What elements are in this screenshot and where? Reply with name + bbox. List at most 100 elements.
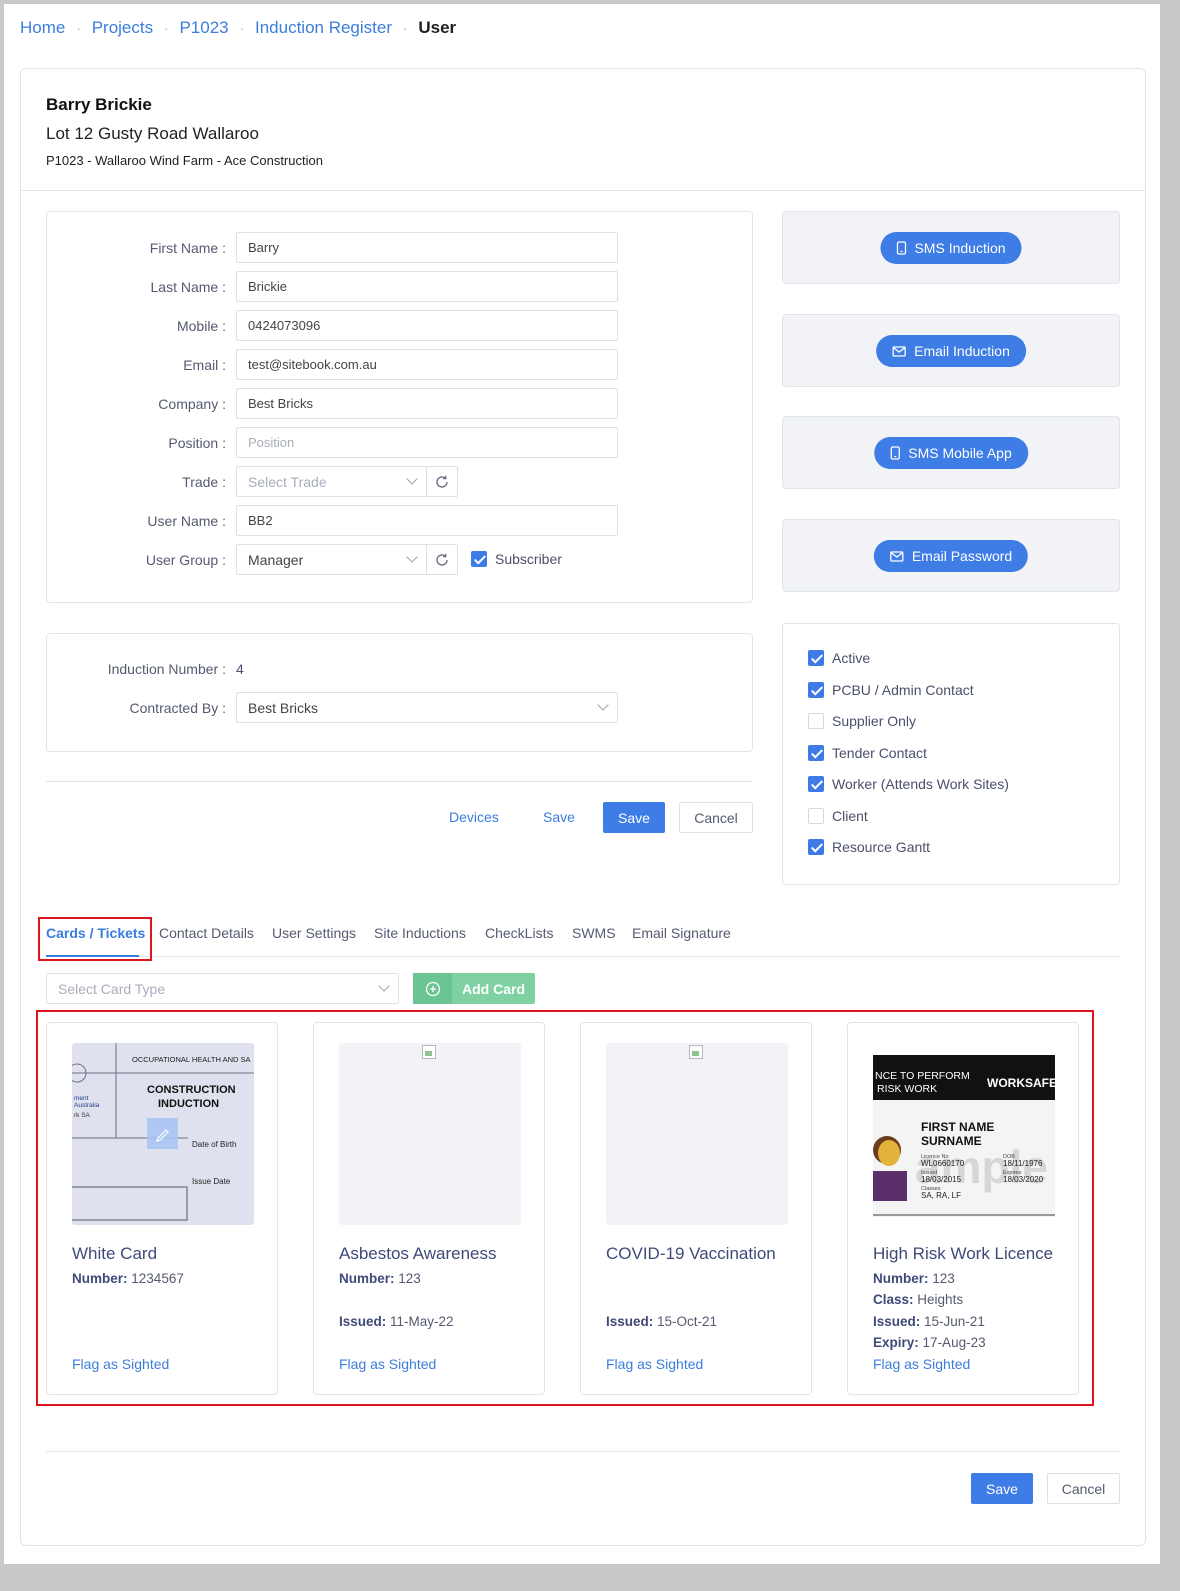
tab-contact-details[interactable]: Contact Details xyxy=(159,925,254,941)
ticket-image-placeholder xyxy=(606,1043,788,1225)
tab-email-signature[interactable]: Email Signature xyxy=(632,925,731,941)
refresh-icon xyxy=(436,475,448,488)
card-type-select[interactable]: Select Card Type xyxy=(46,973,399,1004)
flag-active[interactable]: Active xyxy=(808,650,870,666)
email-password-button[interactable]: Email Password xyxy=(873,540,1029,572)
footer-save-button[interactable]: Save xyxy=(971,1473,1033,1504)
flag-as-sighted-link[interactable]: Flag as Sighted xyxy=(606,1356,703,1372)
mobile-input[interactable] xyxy=(236,310,618,341)
flag-resource-gantt[interactable]: Resource Gantt xyxy=(808,839,930,855)
flag-as-sighted-link[interactable]: Flag as Sighted xyxy=(873,1356,970,1372)
flag-resource-gantt-label: Resource Gantt xyxy=(832,839,931,855)
email-induction-button[interactable]: Email Induction xyxy=(876,335,1026,367)
flag-supplier-only[interactable]: Supplier Only xyxy=(808,713,916,729)
breadcrumb-projects[interactable]: Projects xyxy=(92,18,153,38)
subscriber-option[interactable]: Subscriber xyxy=(471,551,562,567)
first-name-input[interactable] xyxy=(236,232,618,263)
footer-cancel-button[interactable]: Cancel xyxy=(1047,1473,1120,1504)
subscriber-label: Subscriber xyxy=(495,551,562,567)
breadcrumb-project[interactable]: P1023 xyxy=(179,18,228,38)
flag-resource-gantt-checkbox[interactable] xyxy=(808,839,824,855)
flag-as-sighted-link[interactable]: Flag as Sighted xyxy=(72,1356,169,1372)
devices-button[interactable]: Devices xyxy=(449,809,499,825)
ticket-title: White Card xyxy=(72,1244,158,1263)
flag-as-sighted-link[interactable]: Flag as Sighted xyxy=(339,1356,436,1372)
flag-pcbu-checkbox[interactable] xyxy=(808,682,824,698)
sms-induction-button[interactable]: SMS Induction xyxy=(880,232,1022,264)
flag-client[interactable]: Client xyxy=(808,808,868,824)
flag-active-checkbox[interactable] xyxy=(808,650,824,666)
user-name-input[interactable] xyxy=(236,505,618,536)
sms-induction-label: SMS Induction xyxy=(914,240,1006,256)
flag-supplier-checkbox[interactable] xyxy=(808,713,824,729)
flag-active-label: Active xyxy=(832,650,871,666)
svg-text:18/03/2015: 18/03/2015 xyxy=(921,1175,962,1184)
ticket-card: COVID-19 Vaccination Issued: 15-Oct-21 F… xyxy=(580,1022,812,1395)
ticket-title: COVID-19 Vaccination xyxy=(606,1244,776,1263)
subscriber-checkbox[interactable] xyxy=(471,551,487,567)
ticket-title: High Risk Work Licence xyxy=(873,1244,1054,1263)
breadcrumb-separator: · xyxy=(403,20,408,36)
last-name-label: Last Name : xyxy=(150,279,226,295)
ticket-number: Number: 1234567 xyxy=(72,1271,184,1286)
svg-text:RISK WORK: RISK WORK xyxy=(877,1083,937,1095)
chevron-down-icon xyxy=(378,980,390,992)
flag-pcbu-admin-contact[interactable]: PCBU / Admin Contact xyxy=(808,682,974,698)
trade-refresh-button[interactable] xyxy=(426,466,458,497)
mobile-label: Mobile : xyxy=(176,318,226,334)
high-risk-licence-image: NCE TO PERFORM RISK WORK WORKSAFE FIRST … xyxy=(873,1043,1055,1225)
email-label: Email : xyxy=(183,357,226,373)
add-card-label: Add Card xyxy=(462,980,525,997)
svg-text:Issue Date: Issue Date xyxy=(192,1177,231,1186)
svg-text:NCE TO PERFORM: NCE TO PERFORM xyxy=(875,1070,970,1082)
flag-tender-contact[interactable]: Tender Contact xyxy=(808,745,927,761)
high-risk-licence-illustration: NCE TO PERFORM RISK WORK WORKSAFE FIRST … xyxy=(873,1055,1055,1217)
tab-swms[interactable]: SWMS xyxy=(572,925,616,941)
last-name-input[interactable] xyxy=(236,271,618,302)
envelope-icon xyxy=(890,550,904,562)
white-card-illustration: OCCUPATIONAL HEALTH AND SA CONSTRUCTION … xyxy=(72,1043,254,1225)
breadcrumb-induction-register[interactable]: Induction Register xyxy=(255,18,392,38)
email-input[interactable] xyxy=(236,349,618,380)
save-link-button[interactable]: Save xyxy=(543,809,575,825)
company-input[interactable] xyxy=(236,388,618,419)
breadcrumb-separator: · xyxy=(164,20,169,36)
ticket-card: Asbestos Awareness Number: 123 Issued: 1… xyxy=(313,1022,545,1395)
ticket-number: Number: 123 xyxy=(339,1271,421,1286)
user-group-refresh-button[interactable] xyxy=(426,544,458,575)
chevron-down-icon xyxy=(597,699,609,711)
ticket-expiry: Expiry: 17-Aug-23 xyxy=(873,1335,986,1350)
svg-text:18/03/2020: 18/03/2020 xyxy=(1003,1175,1044,1184)
breadcrumb-home[interactable]: Home xyxy=(20,18,65,38)
flag-tender-checkbox[interactable] xyxy=(808,745,824,761)
email-password-label: Email Password xyxy=(911,548,1013,564)
email-induction-label: Email Induction xyxy=(914,343,1010,359)
cancel-button[interactable]: Cancel xyxy=(679,802,753,833)
email-row: Email : xyxy=(47,349,752,381)
tab-site-inductions[interactable]: Site Inductions xyxy=(374,925,466,941)
user-flags-panel: Active PCBU / Admin Contact Supplier Onl… xyxy=(782,623,1120,885)
contracted-by-select[interactable]: Best Bricks xyxy=(236,692,618,723)
flag-client-checkbox[interactable] xyxy=(808,808,824,824)
breadcrumb-separator: · xyxy=(239,20,244,36)
save-button[interactable]: Save xyxy=(603,802,665,833)
tab-cards-tickets[interactable]: Cards / Tickets xyxy=(46,925,145,941)
tab-checklists[interactable]: CheckLists xyxy=(485,925,553,941)
induction-number-row: Induction Number : 4 xyxy=(47,653,752,685)
trade-select[interactable]: Select Trade xyxy=(236,466,427,497)
flag-worker[interactable]: Worker (Attends Work Sites) xyxy=(808,776,1009,792)
svg-text:WORKSAFE: WORKSAFE xyxy=(987,1076,1055,1090)
tab-user-settings[interactable]: User Settings xyxy=(272,925,356,941)
ticket-image-placeholder xyxy=(339,1043,521,1225)
add-card-button[interactable]: Add Card xyxy=(413,973,535,1004)
svg-text:SA, RA, LF: SA, RA, LF xyxy=(921,1191,961,1200)
flag-worker-checkbox[interactable] xyxy=(808,776,824,792)
position-input[interactable] xyxy=(236,427,618,458)
user-project: P1023 - Wallaroo Wind Farm - Ace Constru… xyxy=(46,153,323,168)
contracted-by-value: Best Bricks xyxy=(248,700,319,716)
induction-number-label: Induction Number : xyxy=(107,661,226,677)
sms-mobile-app-button[interactable]: SMS Mobile App xyxy=(874,437,1028,469)
user-group-row: User Group : Manager Subscriber xyxy=(47,544,752,576)
ticket-issued: Issued: 11-May-22 xyxy=(339,1314,454,1329)
user-group-select[interactable]: Manager xyxy=(236,544,427,575)
